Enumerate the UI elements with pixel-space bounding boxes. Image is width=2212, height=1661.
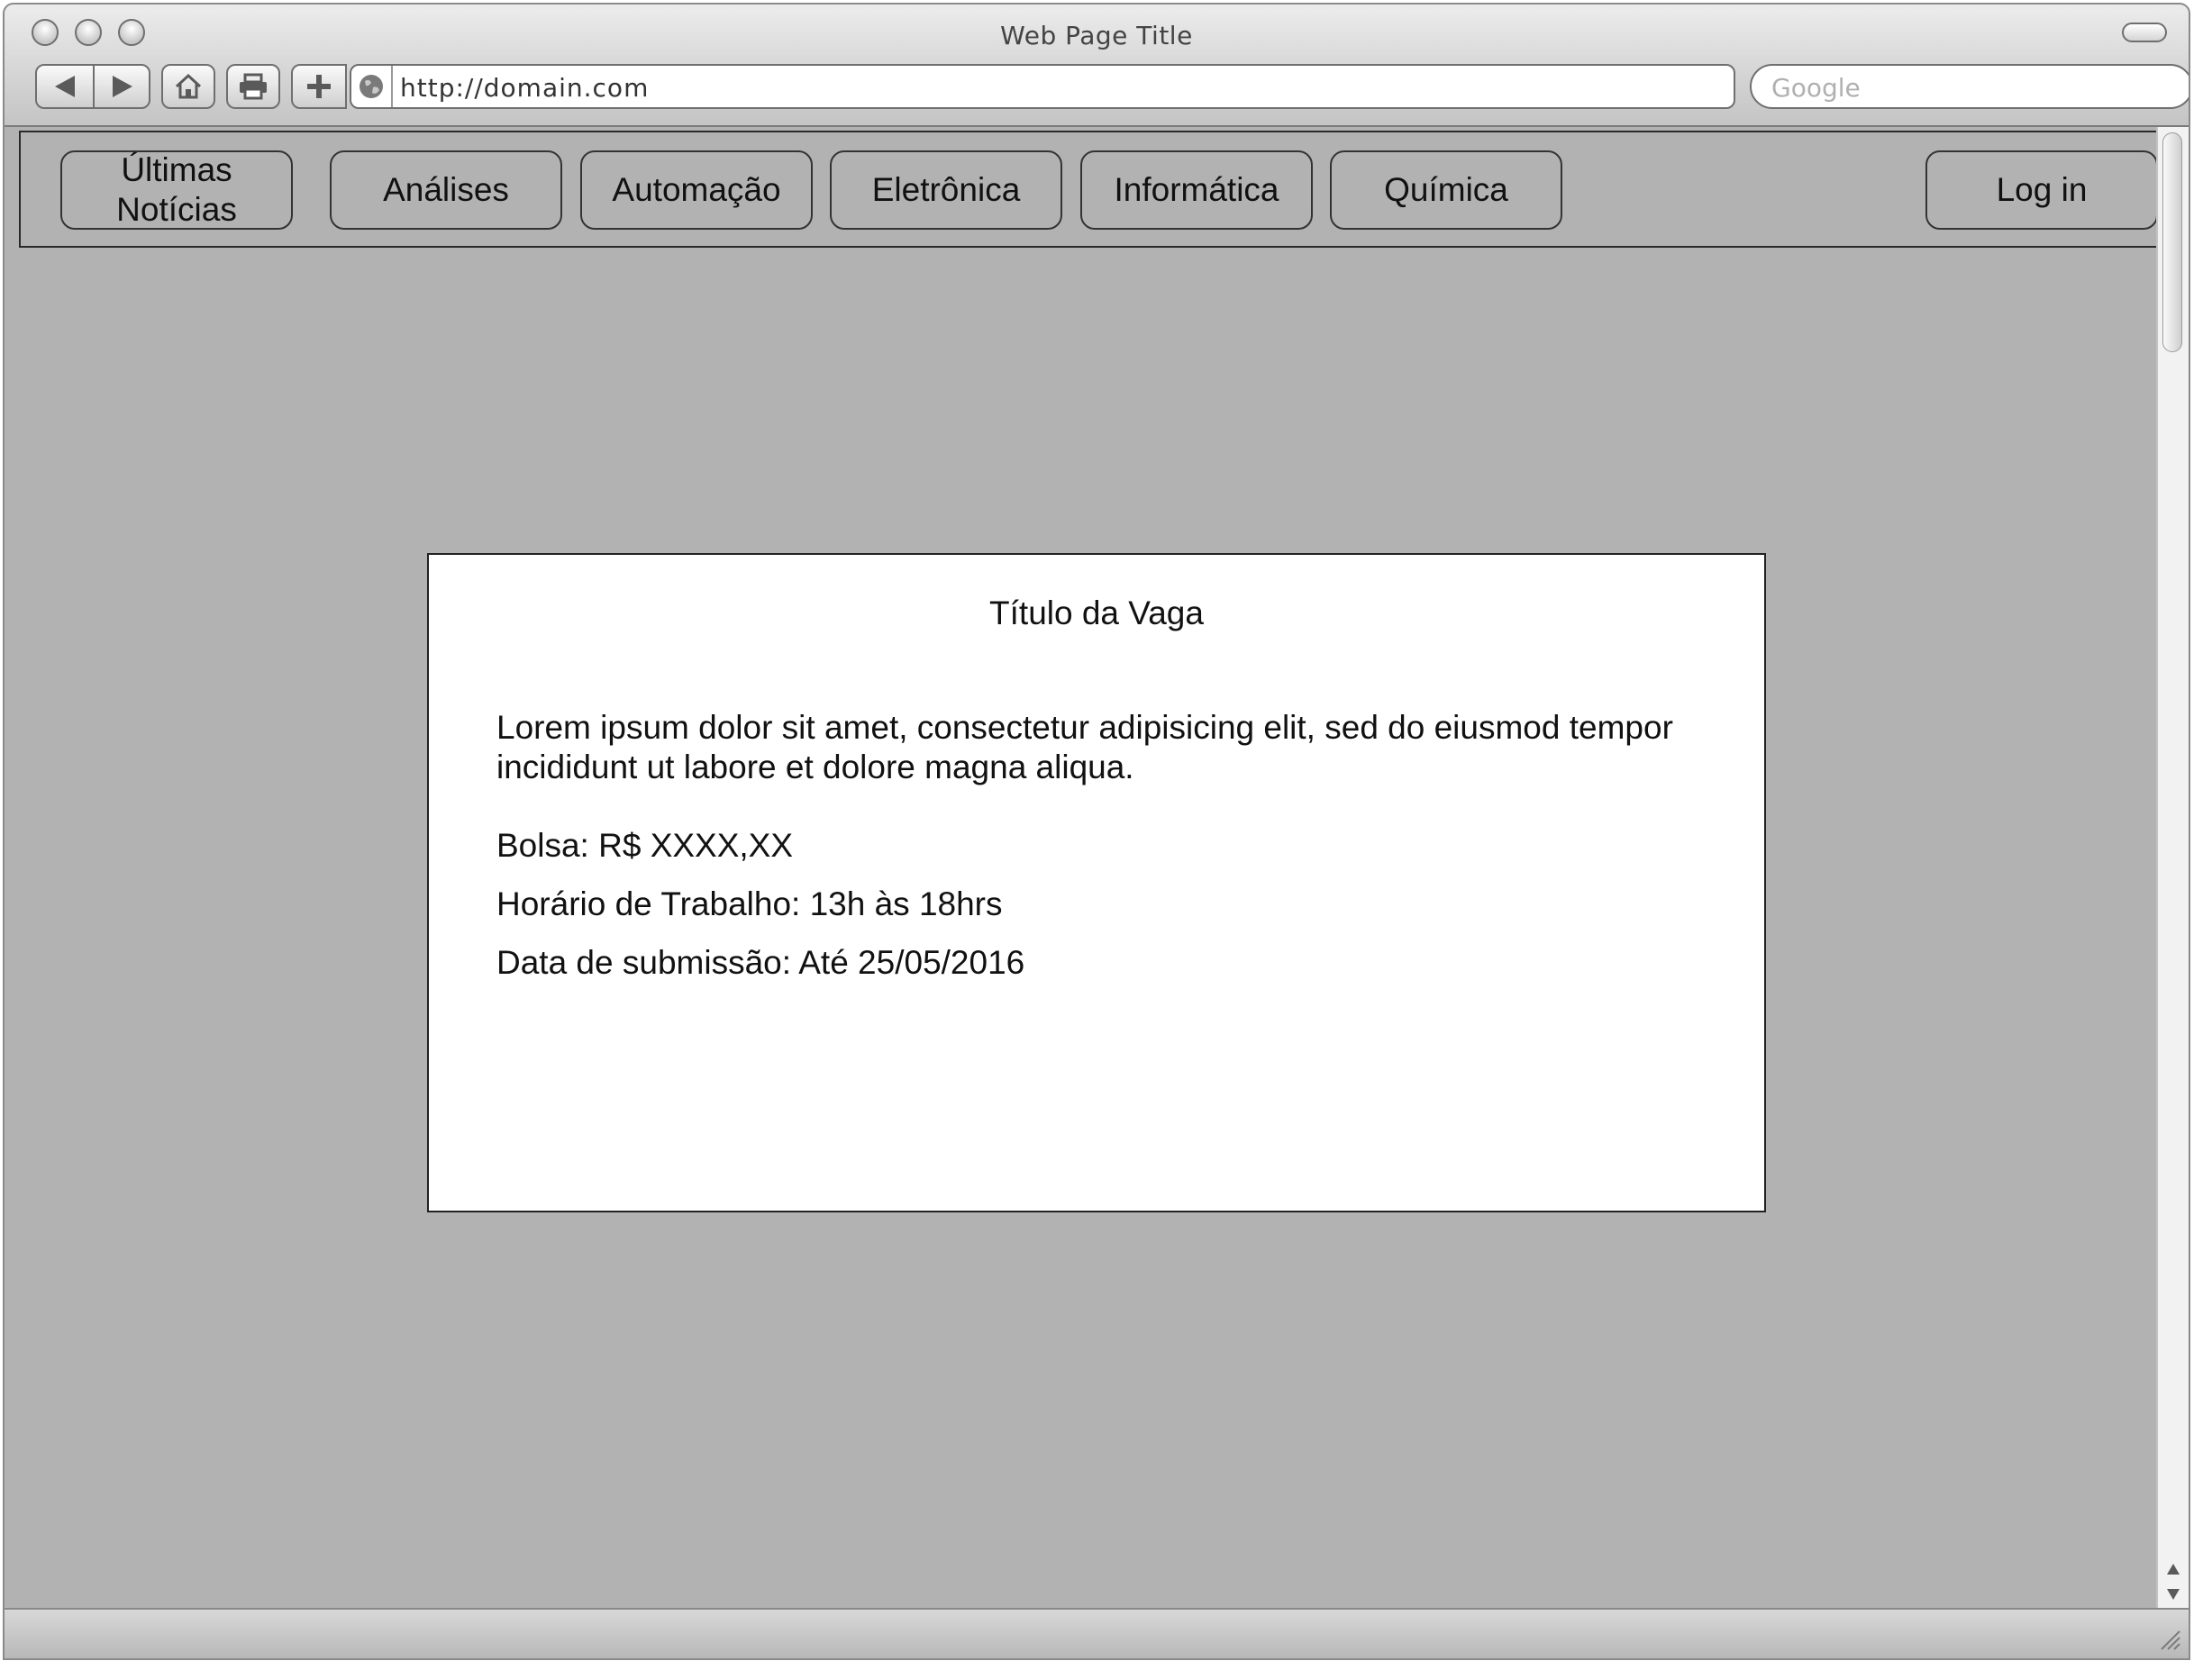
- home-button[interactable]: [161, 64, 215, 109]
- window-title: Web Page Title: [1000, 21, 1193, 50]
- job-title: Título da Vaga: [989, 595, 1204, 631]
- back-arrow-icon: [55, 76, 75, 97]
- address-bar[interactable]: http://domain.com: [350, 64, 1735, 109]
- add-bookmark-button[interactable]: [291, 64, 347, 109]
- triangle-up-icon: [2167, 1564, 2180, 1575]
- login-label: Log in: [1996, 171, 2088, 208]
- job-salary: Bolsa: R$ XXXX,XX: [496, 827, 794, 864]
- nav-ultimas-noticias[interactable]: Últimas Notícias: [60, 150, 293, 230]
- nav-label: Eletrônica: [871, 171, 1021, 208]
- nav-automacao[interactable]: Automação: [580, 150, 813, 230]
- nav-quimica[interactable]: Química: [1330, 150, 1562, 230]
- nav-label: Últimas: [121, 151, 232, 188]
- home-icon: [175, 73, 202, 99]
- scroll-down-button[interactable]: [2158, 1583, 2189, 1606]
- back-forward-group: [35, 64, 150, 109]
- nav-analises[interactable]: Análises: [330, 150, 562, 230]
- toolbar-toggle-button[interactable]: [2122, 23, 2167, 42]
- print-icon: [240, 73, 267, 100]
- search-placeholder: Google: [1771, 73, 1861, 103]
- vertical-scrollbar[interactable]: [2156, 127, 2189, 1608]
- browser-window: Web Page Title http://domain.com Google …: [3, 3, 2190, 1660]
- url-text: http://domain.com: [400, 73, 650, 103]
- nav-eletronica[interactable]: Eletrônica: [830, 150, 1062, 230]
- job-card: Título da Vaga Lorem ipsum dolor sit ame…: [427, 553, 1766, 1212]
- job-deadline: Data de submissão: Até 25/05/2016: [496, 944, 1025, 981]
- nav-label: Informática: [1114, 171, 1279, 208]
- nav-label: Análises: [383, 171, 509, 208]
- nav-label: Química: [1384, 171, 1508, 208]
- search-field[interactable]: Google: [1750, 64, 2189, 109]
- add-bookmark-icon: [307, 75, 331, 98]
- nav-informatica[interactable]: Informática: [1080, 150, 1313, 230]
- print-button[interactable]: [226, 64, 280, 109]
- login-button[interactable]: Log in: [1925, 150, 2158, 230]
- scrollbar-thumb[interactable]: [2162, 132, 2182, 352]
- site-navbar: Últimas Notícias Análises Automação Elet…: [19, 131, 2172, 248]
- status-bar: [5, 1608, 2189, 1658]
- back-button[interactable]: [37, 66, 93, 107]
- page-content: Últimas Notícias Análises Automação Elet…: [5, 127, 2172, 1608]
- forward-arrow-icon: [113, 76, 132, 97]
- browser-titlebar: Web Page Title http://domain.com Google: [5, 5, 2189, 127]
- nav-label: Automação: [612, 171, 781, 208]
- forward-button[interactable]: [95, 66, 150, 107]
- job-hours: Horário de Trabalho: 13h às 18hrs: [496, 885, 1003, 922]
- nav-label: Notícias: [116, 191, 237, 228]
- resize-grip-icon[interactable]: [2156, 1626, 2181, 1651]
- triangle-down-icon: [2167, 1589, 2180, 1600]
- scroll-up-button[interactable]: [2158, 1557, 2189, 1581]
- job-description: Lorem ipsum dolor sit amet, consectetur …: [496, 709, 1673, 785]
- globe-icon: [360, 75, 383, 98]
